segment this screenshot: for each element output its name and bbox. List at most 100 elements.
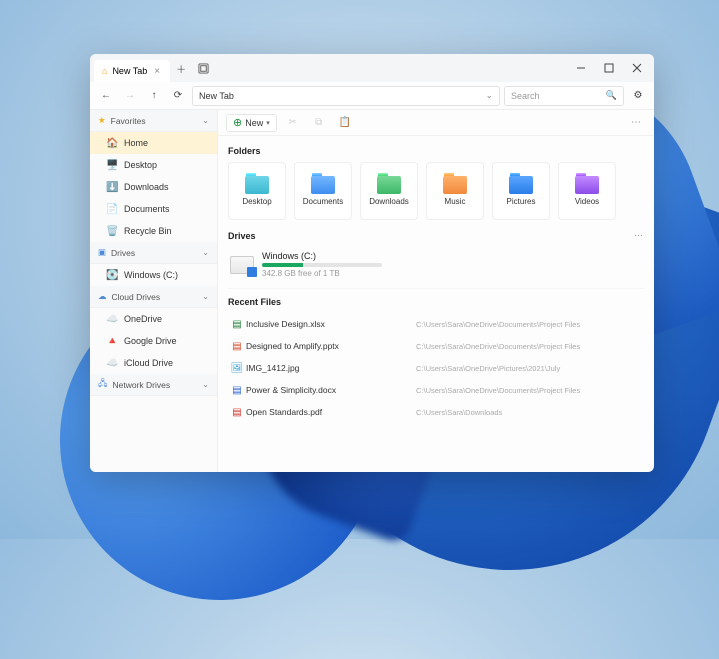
item-icon: 🖥️ (106, 160, 118, 171)
recent-file-row[interactable]: ▤Open Standards.pdfC:\Users\Sara\Downloa… (228, 401, 644, 423)
chevron-down-icon: ⌄ (202, 248, 209, 257)
tab-home[interactable]: ⌂ New Tab × (94, 60, 170, 82)
settings-button[interactable]: ⚙ (628, 86, 648, 106)
more-options-button[interactable]: ⋯ (626, 114, 646, 132)
file-name: Inclusive Design.xlsx (246, 319, 416, 329)
sidebar-item-icloud-drive[interactable]: ☁️ iCloud Drive (90, 352, 217, 374)
sidebar-item-recycle-bin[interactable]: 🗑️ Recycle Bin (90, 220, 217, 242)
item-label: iCloud Drive (124, 358, 173, 368)
file-type-icon: 🖼 (228, 363, 246, 374)
recent-heading: Recent Files (228, 297, 644, 307)
search-icon: 🔍 (606, 90, 617, 101)
sidebar-item-google-drive[interactable]: 🔺Google Drive (90, 330, 217, 352)
command-toolbar: New▾ ✂ ⧉ 📋 ⋯ (218, 110, 654, 136)
item-icon: 🏠 (106, 138, 118, 149)
drive-icon (230, 256, 254, 274)
sidebar-item-desktop[interactable]: 🖥️ Desktop (90, 154, 217, 176)
address-bar[interactable]: New Tab ⌄ (192, 86, 500, 106)
sidebar-section-favorites[interactable]: ★Favorites ⌄ (90, 110, 217, 132)
folder-tile-music[interactable]: Music (426, 162, 484, 220)
drive-c[interactable]: Windows (C:) 342.8 GB free of 1 TB (228, 247, 644, 289)
item-label: Home (124, 138, 148, 148)
close-tab-button[interactable]: × (152, 66, 162, 77)
drive-usage-bar (262, 263, 382, 267)
sidebar-section-network[interactable]: 🖧Network Drives ⌄ (90, 374, 217, 396)
item-label: Downloads (124, 182, 169, 192)
drives-more-button[interactable]: ⋯ (634, 230, 644, 241)
main-pane: New▾ ✂ ⧉ 📋 ⋯ Folders Desktop DocumentsDow… (218, 110, 654, 472)
sidebar-section-drives[interactable]: ▣Drives ⌄ (90, 242, 217, 264)
item-icon: ⬇️ (106, 182, 118, 193)
item-label: Recycle Bin (124, 226, 172, 236)
file-path: C:\Users\Sara\OneDrive\Documents\Project… (416, 320, 644, 329)
file-path: C:\Users\Sara\OneDrive\Pictures\2021\Jul… (416, 364, 644, 373)
folder-tile-documents[interactable]: Documents (294, 162, 352, 220)
recent-file-row[interactable]: 🖼IMG_1412.jpgC:\Users\Sara\OneDrive\Pict… (228, 357, 644, 379)
recent-file-row[interactable]: ▤Designed to Amplify.pptxC:\Users\Sara\O… (228, 335, 644, 357)
search-input[interactable]: Search 🔍 (504, 86, 624, 106)
forward-button[interactable]: → (120, 86, 140, 106)
file-type-icon: ▤ (228, 385, 246, 396)
chevron-down-icon: ⌄ (202, 380, 209, 389)
tab-title: New Tab (112, 66, 147, 76)
folder-icon (245, 176, 269, 194)
file-type-icon: ▤ (228, 319, 246, 330)
recent-file-row[interactable]: ▤Inclusive Design.xlsxC:\Users\Sara\OneD… (228, 313, 644, 335)
item-label: Google Drive (124, 336, 177, 346)
cut-button[interactable]: ✂ (283, 114, 303, 132)
folder-icon (311, 176, 335, 194)
file-name: Power & Simplicity.docx (246, 385, 416, 395)
sidebar-item-onedrive[interactable]: ☁️OneDrive (90, 308, 217, 330)
folder-icon (509, 176, 533, 194)
file-name: Open Standards.pdf (246, 407, 416, 417)
minimize-button[interactable] (568, 57, 594, 79)
home-icon: ⌂ (102, 66, 107, 76)
back-button[interactable]: ← (96, 86, 116, 106)
recent-file-row[interactable]: ▤Power & Simplicity.docxC:\Users\Sara\On… (228, 379, 644, 401)
refresh-button[interactable]: ⟳ (168, 86, 188, 106)
sidebar-item-downloads[interactable]: ⬇️ Downloads (90, 176, 217, 198)
copy-button[interactable]: ⧉ (309, 114, 329, 132)
file-path: C:\Users\Sara\Downloads (416, 408, 644, 417)
sidebar-item-documents[interactable]: 📄 Documents (90, 198, 217, 220)
item-label: Desktop (124, 160, 157, 170)
folders-heading: Folders (228, 146, 644, 156)
folder-tile-videos[interactable]: Videos (558, 162, 616, 220)
file-name: Designed to Amplify.pptx (246, 341, 416, 351)
item-icon: 🗑️ (106, 226, 118, 237)
tab-overview-button[interactable] (192, 57, 214, 79)
item-icon: ☁️ (106, 314, 118, 325)
tab-strip: ⌂ New Tab × ＋ (90, 54, 654, 82)
sidebar-section-cloud[interactable]: ☁Cloud Drives ⌄ (90, 286, 217, 308)
chevron-down-icon: ⌄ (202, 116, 209, 125)
drives-heading: Drives⋯ (228, 230, 644, 241)
up-button[interactable]: ↑ (144, 86, 164, 106)
sidebar-item-windows-c-[interactable]: 💽Windows (C:) (90, 264, 217, 286)
network-icon: 🖧 (98, 378, 107, 392)
drive-free-text: 342.8 GB free of 1 TB (262, 269, 382, 278)
nav-bar: ← → ↑ ⟳ New Tab ⌄ Search 🔍 ⚙ (90, 82, 654, 110)
chevron-down-icon: ⌄ (485, 90, 493, 101)
item-label: Documents (124, 204, 170, 214)
chevron-down-icon: ⌄ (202, 292, 209, 301)
folder-label: Pictures (507, 197, 536, 206)
cloud-icon: ☁ (98, 291, 107, 302)
chevron-down-icon: ▾ (266, 119, 270, 127)
drive-name: Windows (C:) (262, 251, 382, 261)
file-path: C:\Users\Sara\OneDrive\Documents\Project… (416, 386, 644, 395)
star-icon: ★ (98, 115, 106, 126)
maximize-button[interactable] (596, 57, 622, 79)
item-icon: ☁️ (106, 358, 118, 369)
search-placeholder: Search (511, 91, 540, 101)
close-window-button[interactable] (624, 57, 650, 79)
folder-tile-pictures[interactable]: Pictures (492, 162, 550, 220)
folder-label: Desktop (242, 197, 271, 206)
folder-tile-downloads[interactable]: Downloads (360, 162, 418, 220)
paste-button[interactable]: 📋 (335, 114, 355, 132)
file-name: IMG_1412.jpg (246, 363, 416, 373)
folder-tile-desktop[interactable]: Desktop (228, 162, 286, 220)
item-icon: 📄 (106, 204, 118, 215)
new-tab-button[interactable]: ＋ (170, 57, 192, 79)
sidebar-item-home[interactable]: 🏠 Home (90, 132, 217, 154)
new-button[interactable]: New▾ (226, 114, 277, 132)
